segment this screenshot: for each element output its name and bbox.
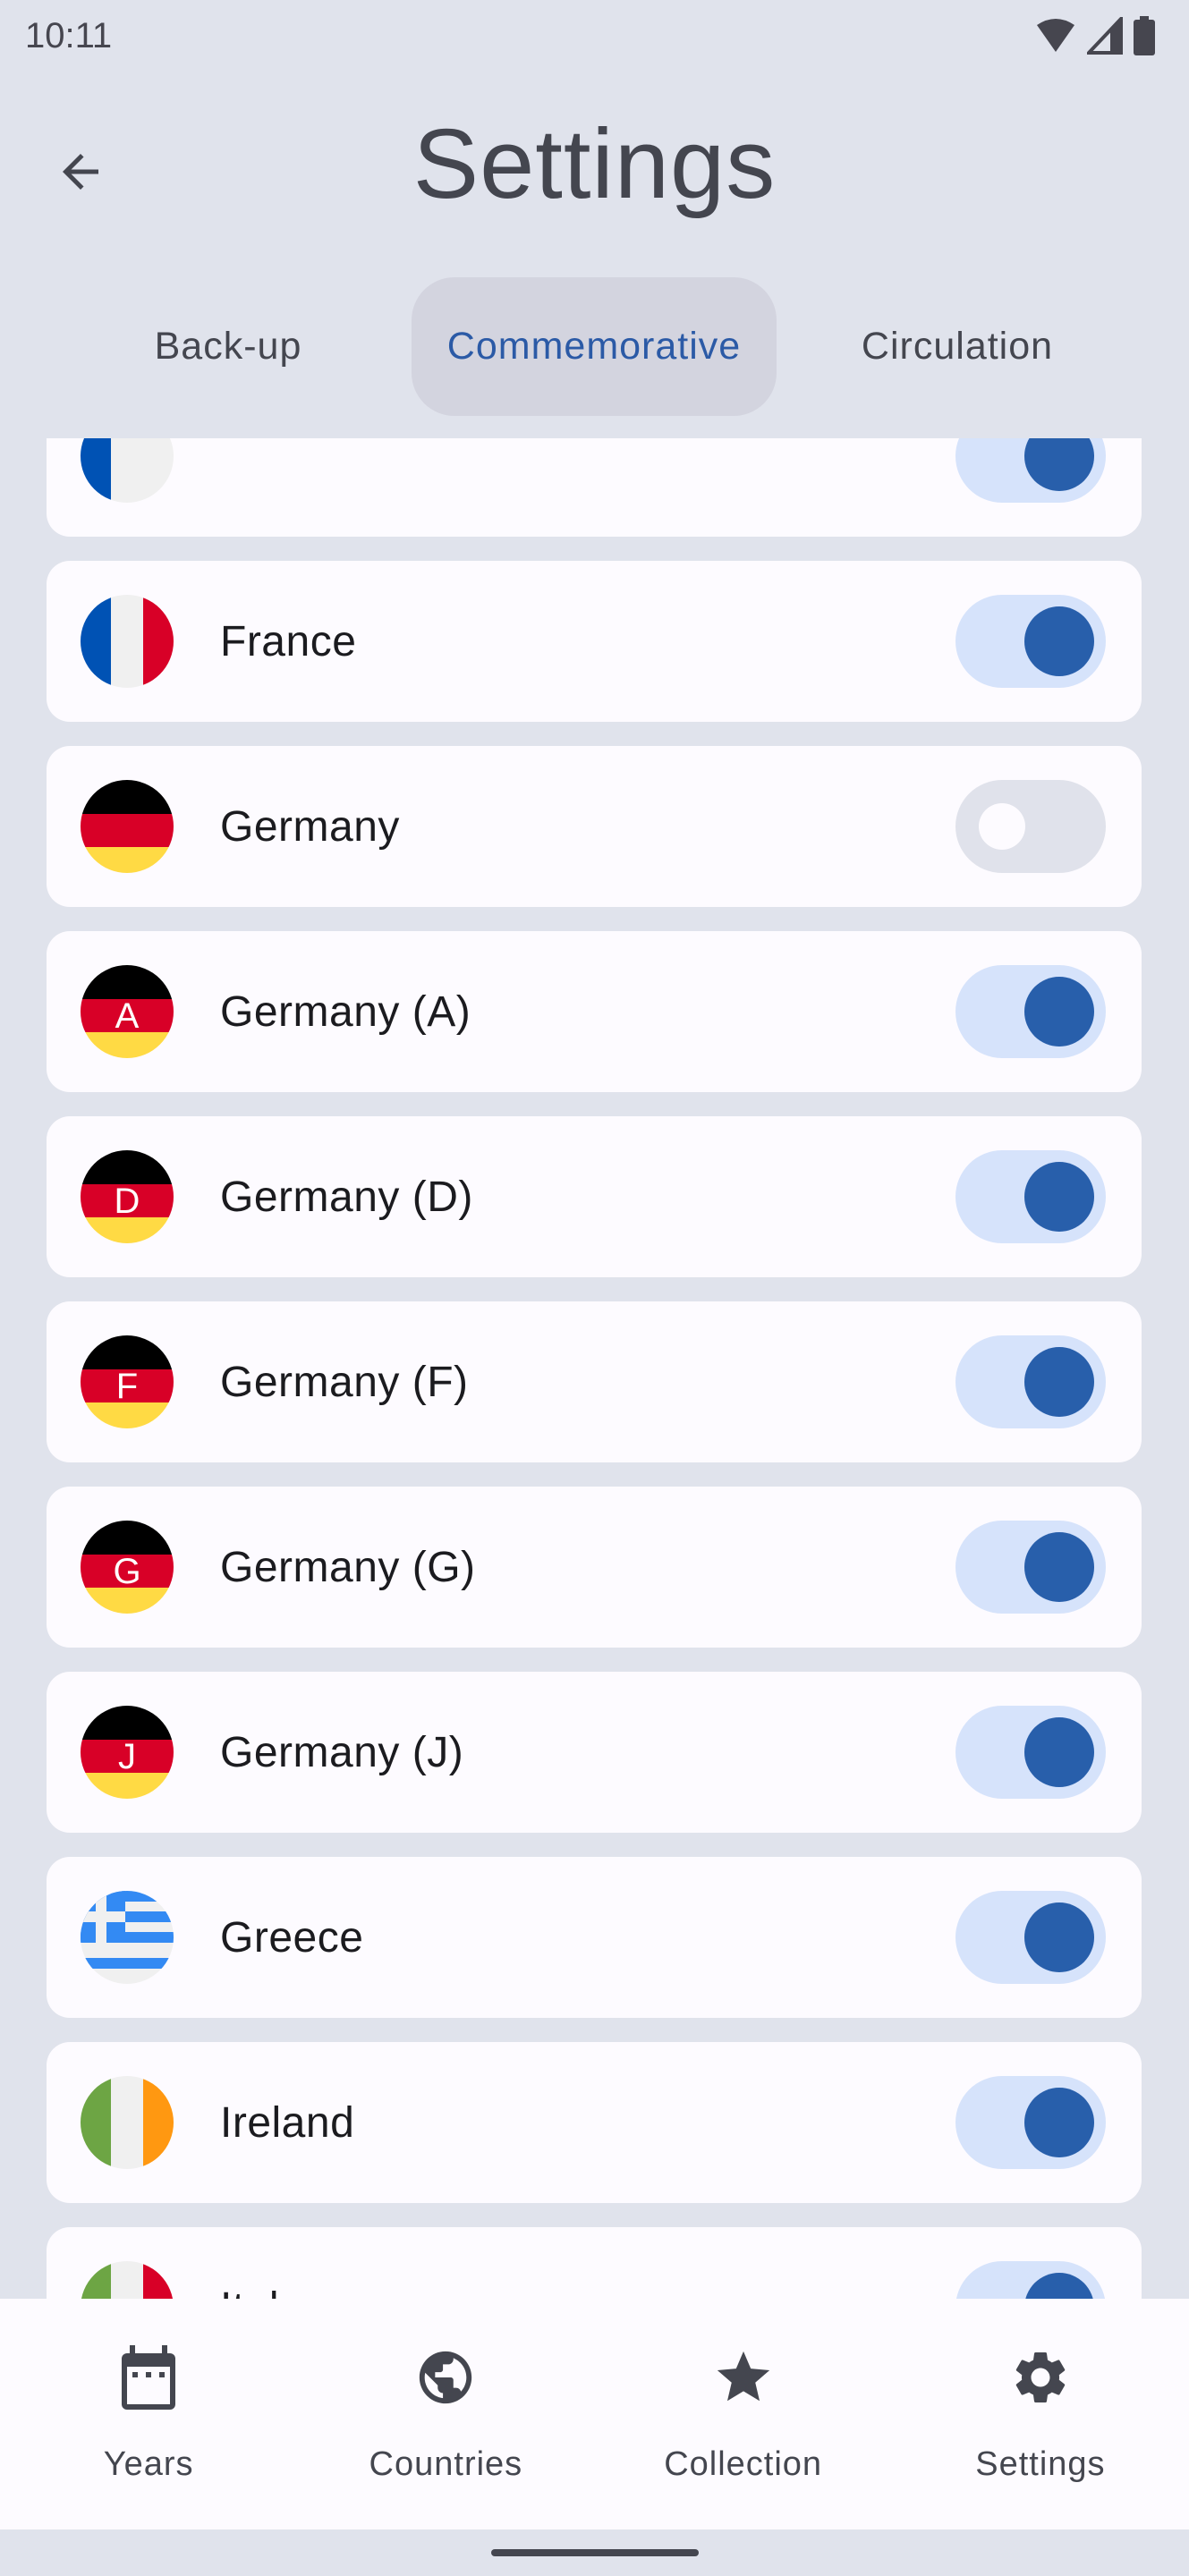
tab-circulation[interactable]: Circulation <box>769 277 1145 416</box>
flag-icon-germany: F <box>81 1335 174 1428</box>
nav-label: Settings <box>975 2445 1106 2483</box>
wifi-icon <box>1037 19 1074 52</box>
tab-back-up[interactable]: Back-up <box>36 277 420 416</box>
country-name: Germany (D) <box>220 1173 473 1221</box>
country-name: Ireland <box>220 2098 355 2147</box>
mint-mark: A <box>115 996 140 1036</box>
country-toggle[interactable] <box>955 2076 1106 2169</box>
home-indicator[interactable] <box>491 2549 699 2556</box>
flag-icon-germany <box>81 780 174 873</box>
nav-label: Years <box>103 2445 194 2483</box>
globe-icon <box>420 2351 472 2404</box>
status-bar: 10:11 <box>0 0 1189 72</box>
gear-icon <box>1015 2352 1066 2402</box>
star-icon <box>717 2351 769 2402</box>
country-name: Germany (F) <box>220 1358 469 1406</box>
nav-collection[interactable]: Collection <box>595 2299 892 2529</box>
toggle-knob <box>1024 977 1094 1046</box>
toggle-knob <box>979 803 1025 850</box>
country-row[interactable]: D Germany (D) <box>47 1116 1142 1277</box>
flag-icon-partial <box>81 438 174 503</box>
settings-tabs: Back-up Commemorative Circulation <box>0 277 1189 416</box>
calendar-icon <box>122 2345 176 2410</box>
battery-icon <box>1134 16 1155 55</box>
flag-icon-germany: J <box>81 1706 174 1799</box>
country-list-viewport[interactable]: France Germany A Germany (A) D Germany (D) F Ge… <box>0 438 1189 2299</box>
country-row[interactable]: G Germany (G) <box>47 1487 1142 1648</box>
country-name: Greece <box>220 1913 364 1962</box>
toggle-knob <box>1024 1902 1094 1972</box>
toggle-knob <box>1024 2273 1094 2299</box>
country-row[interactable]: Ireland <box>47 2042 1142 2203</box>
mint-mark: F <box>116 1367 138 1406</box>
toggle-knob <box>1024 1717 1094 1787</box>
country-toggle[interactable] <box>955 2261 1106 2299</box>
country-row[interactable] <box>47 438 1142 537</box>
toggle-knob <box>1024 438 1094 491</box>
country-name: Germany (J) <box>220 1728 464 1776</box>
country-toggle[interactable] <box>955 780 1106 873</box>
country-name: France <box>220 617 357 665</box>
nav-years[interactable]: Years <box>0 2299 297 2529</box>
nav-countries[interactable]: Countries <box>297 2299 594 2529</box>
flag-icon-france <box>81 595 174 688</box>
country-row[interactable]: Italy <box>47 2227 1142 2299</box>
top-app-bar: Settings <box>0 98 1189 242</box>
country-row[interactable]: J Germany (J) <box>47 1672 1142 1833</box>
country-toggle[interactable] <box>955 1335 1106 1428</box>
tab-commemorative[interactable]: Commemorative <box>412 277 777 416</box>
mint-mark: D <box>115 1182 140 1221</box>
mint-mark: J <box>118 1737 136 1776</box>
country-toggle[interactable] <box>955 595 1106 688</box>
country-toggle[interactable] <box>955 1521 1106 1614</box>
country-toggle[interactable] <box>955 1706 1106 1799</box>
toggle-knob <box>1024 2088 1094 2157</box>
country-list: France Germany A Germany (A) D Germany (D) F Ge… <box>47 438 1142 2299</box>
signal-icon <box>1087 17 1123 55</box>
nav-label: Collection <box>664 2445 823 2483</box>
nav-settings[interactable]: Settings <box>892 2299 1189 2529</box>
flag-icon-germany: G <box>81 1521 174 1614</box>
toggle-knob <box>1024 1532 1094 1602</box>
flag-icon-ireland <box>81 2076 174 2169</box>
country-row[interactable]: F Germany (F) <box>47 1301 1142 1462</box>
flag-icon-germany: D <box>81 1150 174 1243</box>
flag-icon-greece <box>81 1891 174 1984</box>
toggle-knob <box>1024 1347 1094 1417</box>
mint-mark: G <box>113 1552 140 1591</box>
country-toggle[interactable] <box>955 438 1106 503</box>
country-row[interactable]: Germany <box>47 746 1142 907</box>
country-row[interactable]: A Germany (A) <box>47 931 1142 1092</box>
nav-label: Countries <box>369 2445 523 2483</box>
status-icons <box>1035 16 1155 55</box>
toggle-knob <box>1024 1162 1094 1232</box>
country-name: Germany <box>220 802 400 851</box>
country-name: Germany (G) <box>220 1543 476 1591</box>
country-name: Germany (A) <box>220 987 471 1036</box>
country-name: Italy <box>220 2284 301 2300</box>
page-title: Settings <box>412 109 777 219</box>
bottom-navigation: Years Countries Collection Settings <box>0 2299 1189 2529</box>
country-toggle[interactable] <box>955 1150 1106 1243</box>
status-time: 10:11 <box>25 15 113 55</box>
country-row[interactable]: France <box>47 561 1142 722</box>
country-toggle[interactable] <box>955 1891 1106 1984</box>
country-row[interactable]: Greece <box>47 1857 1142 2018</box>
toggle-knob <box>1024 606 1094 676</box>
gesture-bar <box>0 2529 1189 2576</box>
flag-icon-germany: A <box>81 965 174 1058</box>
country-toggle[interactable] <box>955 965 1106 1058</box>
flag-icon-italy <box>81 2261 174 2299</box>
